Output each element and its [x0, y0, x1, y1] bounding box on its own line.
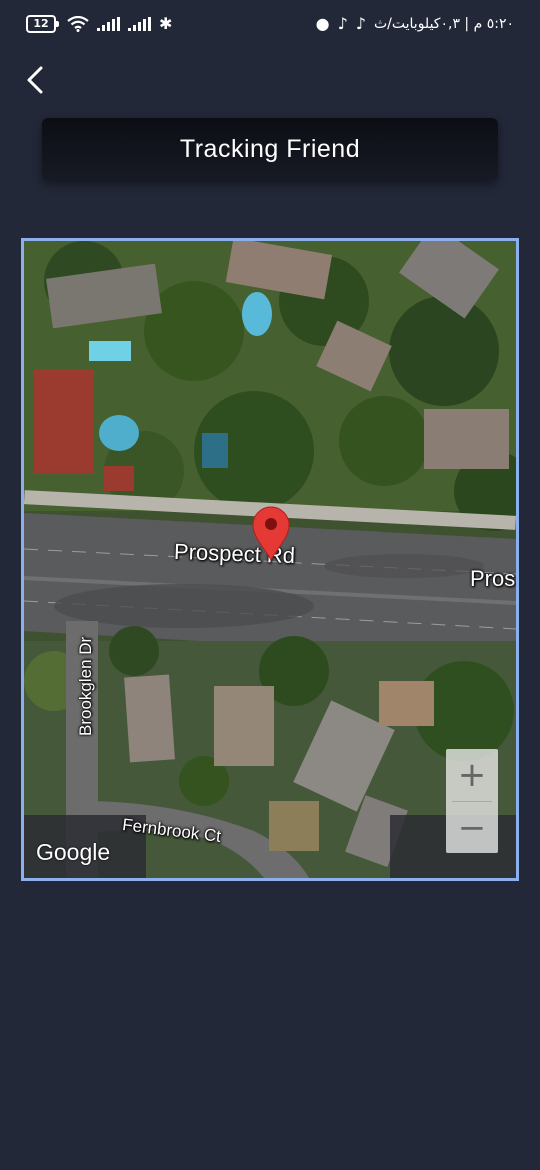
tiktok-icon-2: ♪ — [355, 14, 366, 33]
chevron-left-icon — [27, 66, 43, 94]
signal-icon-1 — [97, 17, 120, 31]
zoom-controls: + − — [446, 749, 498, 853]
battery-icon: 12 — [26, 15, 59, 33]
status-time: ٥:٢٠ م | ٠,٣كيلوبايت/ث — [374, 16, 514, 32]
road-label-prospect-rd-partial: Pros — [470, 566, 516, 591]
battery-level: 12 — [26, 15, 56, 33]
status-left: 12 ✱ — [26, 15, 172, 33]
signal-icon-2 — [128, 17, 151, 31]
bluetooth-icon: ✱ — [159, 14, 173, 33]
status-bar: 12 ✱ ● ♪ ♪ ٥:٢٠ م | ٠,٣كيلوبايت/ث — [0, 0, 540, 48]
map-pin-icon[interactable] — [251, 506, 291, 562]
chat-icon: ● — [315, 14, 330, 33]
road-label-brookglen-dr: Brookglen Dr — [76, 636, 95, 736]
wifi-icon — [67, 16, 89, 32]
map-view[interactable]: Prospect Rd Pros Brookglen Dr Fernbrook … — [21, 238, 519, 881]
zoom-out-button[interactable]: − — [446, 802, 498, 854]
page-title: Tracking Friend — [179, 134, 361, 163]
title-bar: Tracking Friend — [42, 118, 498, 180]
back-button[interactable] — [18, 60, 52, 100]
tiktok-icon: ♪ — [337, 14, 348, 33]
status-right: ● ♪ ♪ ٥:٢٠ م | ٠,٣كيلوبايت/ث — [315, 14, 514, 33]
google-attribution: Google — [36, 839, 111, 865]
zoom-in-button[interactable]: + — [446, 749, 498, 801]
